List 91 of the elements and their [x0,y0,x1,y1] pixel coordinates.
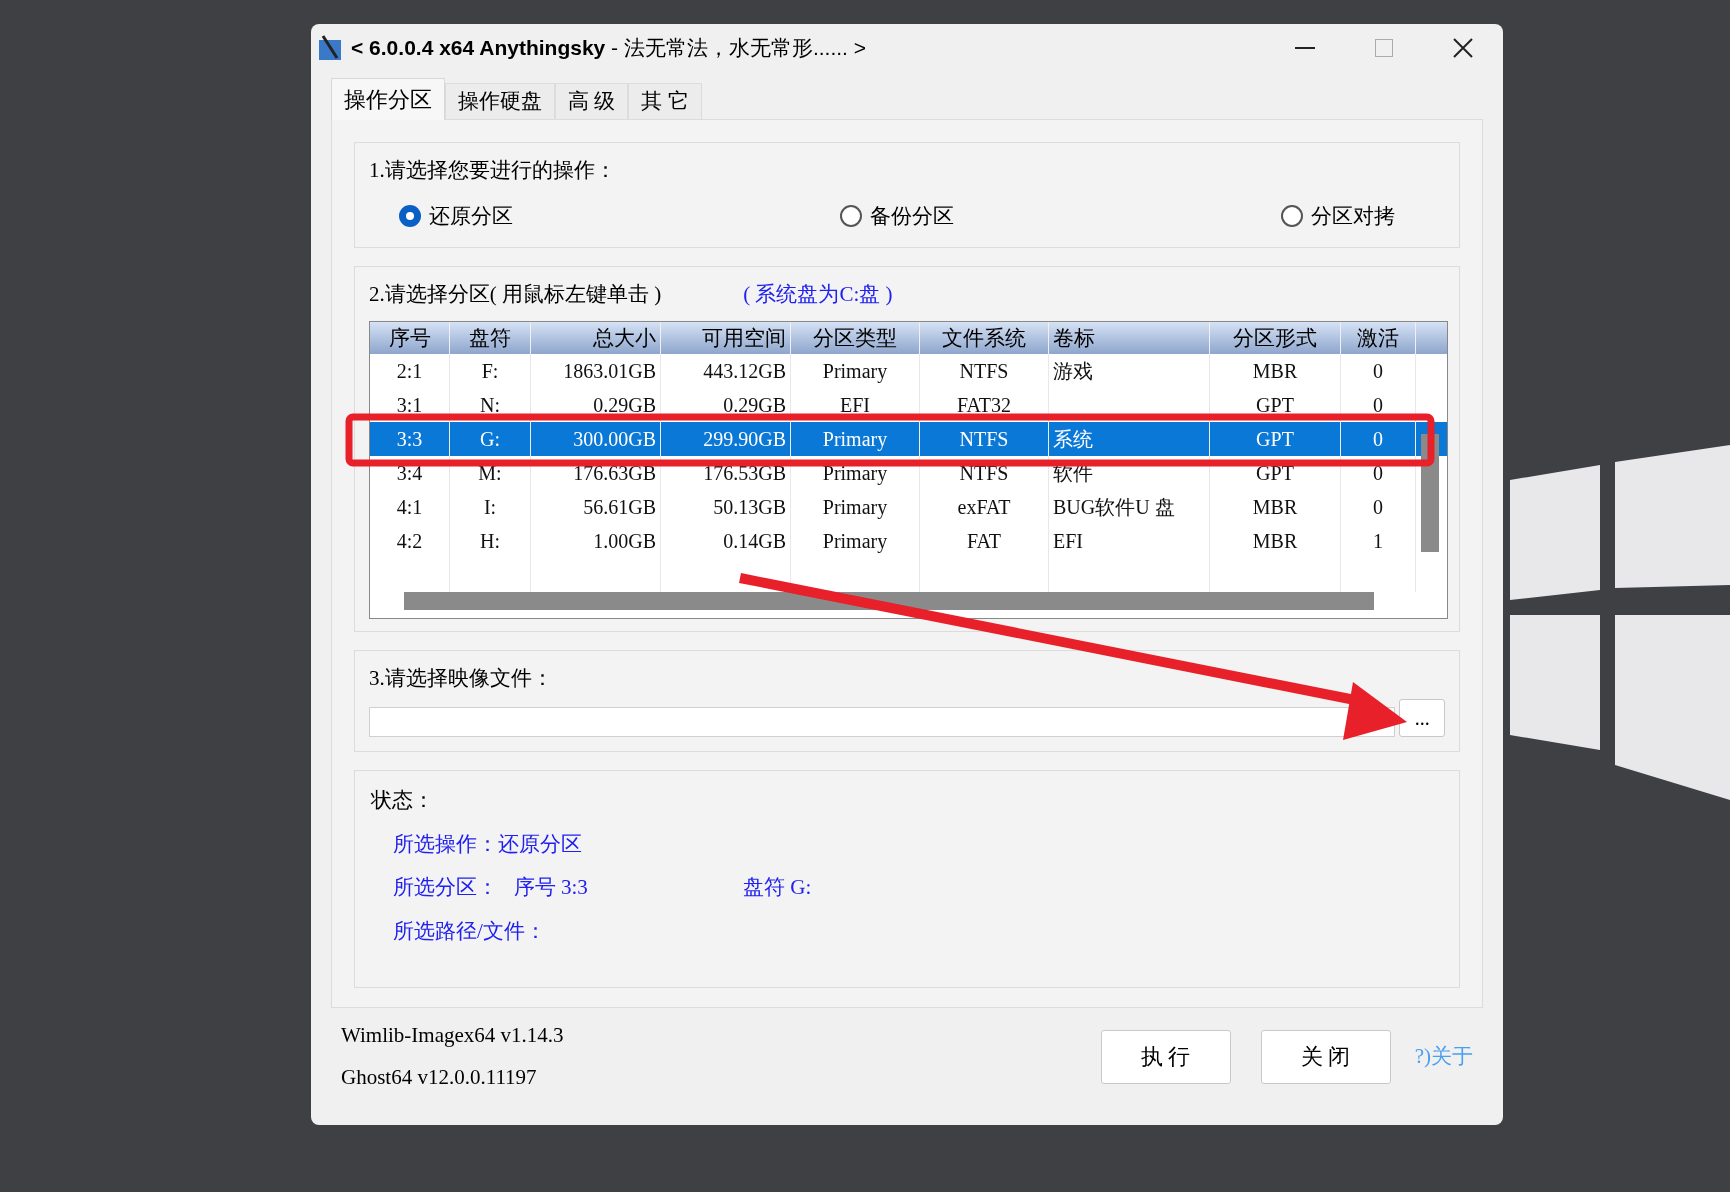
system-drive-hint: ( 系统盘为C:盘 ) [743,281,893,308]
column-header[interactable]: 文件系统 [920,321,1049,354]
table-cell-text: 2:1 [395,358,424,384]
column-header[interactable]: 总大小 [531,321,661,354]
table-cell-text: 3:3 [395,426,424,452]
table-cell-text: FAT [965,528,1003,554]
radio-button[interactable] [1281,205,1303,228]
table-cell-text: FAT32 [955,392,1013,418]
section-label: 3.请选择映像文件： [369,665,554,692]
table-cell-text: 4:1 [395,494,424,520]
table-cell-text: 1863.01GB [562,358,656,384]
table-cell-text: exFAT [956,494,1012,520]
status-text: 所选分区： 序号 3:3 [393,874,589,901]
status-text: 所选操作：还原分区 [393,830,583,858]
image-path-field[interactable] [369,706,1396,737]
table-cell-text: 0 [1372,358,1384,384]
radio-label: 备份分区 [870,202,954,230]
radio-label: 还原分区 [429,202,513,230]
table-cell-text: 0 [1372,460,1384,486]
table-cell-text: H: [479,528,501,554]
column-header[interactable]: 激活 [1341,321,1416,354]
tab[interactable]: 高 级 [555,83,629,119]
table-cell-text: EFI [1053,528,1084,554]
table-cell-text: 4:2 [395,528,424,554]
table-cell-text: MBR [1251,358,1299,384]
table-cell-text: 0 [1372,392,1384,418]
table-cell-text: 系统 [1053,426,1094,452]
table-cell-text: 0 [1372,494,1384,520]
version-text: Ghost64 v12.0.0.11197 [341,1063,538,1091]
window-title: < 6.0.0.4 x64 Anythingsky - 法无常法，水无常形...... > [351,35,867,62]
column-header[interactable]: 盘符 [450,321,531,354]
column-header[interactable]: 可用空间 [661,321,791,354]
horizontal-scrollbar[interactable] [404,591,1374,610]
table-cell-text: 176.63GB [572,460,656,486]
table-cell-text: 游戏 [1053,358,1094,384]
table-cell-text: 1 [1372,528,1384,554]
close-icon[interactable] [1453,38,1473,58]
tab[interactable]: 其 它 [628,83,702,119]
section-label: 2.请选择分区( 用鼠标左键单击 ) [369,281,662,308]
table-cell-text: 176.53GB [702,460,786,486]
table-cell-text: NTFS [958,358,1010,384]
table-cell-text: NTFS [958,426,1010,452]
table-row[interactable]: 3:3 G: 300.00GB 299.90GB Primary NTFS 系统 GPT 0 [370,421,1447,456]
table-cell-text: GPT [1255,426,1295,452]
table-cell-text: MBR [1251,494,1299,520]
column-header[interactable]: 分区类型 [791,321,920,354]
table-cell-text: GPT [1255,392,1295,418]
table-cell-text: Primary [821,528,889,555]
tab[interactable]: 操作分区 [331,78,445,120]
action-button[interactable]: 关 闭 [1260,1029,1391,1084]
column-header[interactable]: 序号 [370,321,450,354]
table-cell-text: GPT [1255,460,1295,486]
table-cell-text: 56.61GB [582,494,656,520]
table-cell-text: N: [479,392,501,418]
browse-button[interactable]: ... [1399,698,1445,737]
radio-button[interactable] [840,205,862,228]
table-cell-text: 300.00GB [572,426,656,452]
table-cell-text: 3:1 [395,392,424,418]
table-cell-text: I: [482,494,498,520]
table-cell-text: 0.14GB [722,528,786,554]
table-cell-text: BUG软件U 盘 [1053,494,1176,520]
table-cell-text: MBR [1251,528,1299,554]
section-label: 1.请选择您要进行的操作： [369,157,617,184]
status-text: 盘符 G: [743,874,812,901]
table-cell-text: 443.12GB [702,358,786,384]
table-cell-text: NTFS [958,460,1010,486]
status-text: 所选路径/文件： [393,917,547,945]
table-cell-text: 299.90GB [702,426,786,452]
table-cell-text: Primary [821,460,889,487]
table-cell-text: F: [480,358,500,384]
app-icon [317,34,343,62]
table-cell-text: M: [477,460,503,486]
table-cell-text: Primary [821,426,889,453]
radio-label: 分区对拷 [1311,202,1395,230]
column-header[interactable]: 分区形式 [1210,321,1341,354]
status-label: 状态： [371,787,435,814]
table-cell-text: 0 [1372,426,1384,452]
version-text: Wimlib-Imagex64 v1.14.3 [341,1022,564,1049]
table-cell-text: G: [479,426,501,452]
table-cell-text: EFI [839,392,871,418]
radio-button[interactable] [399,205,421,228]
tab[interactable]: 操作硬盘 [445,83,555,119]
table-cell-text: 1.00GB [592,528,656,554]
table-cell-text: Primary [821,358,889,385]
table-cell-text: 50.13GB [712,494,786,520]
column-header[interactable]: 卷标 [1049,321,1210,354]
table-cell-text: 0.29GB [722,392,786,418]
action-button[interactable]: 执 行 [1100,1029,1231,1084]
table-cell-text: Primary [821,494,889,521]
table-cell-text: 3:4 [395,460,424,486]
table-cell-text: 0.29GB [592,392,656,418]
